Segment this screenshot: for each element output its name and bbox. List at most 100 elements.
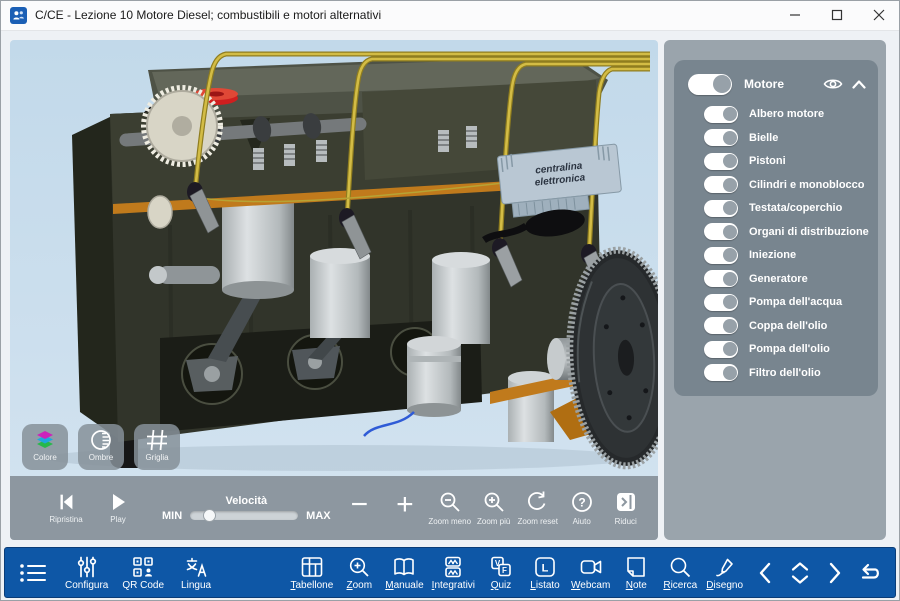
collapse-panel-icon [614, 490, 638, 514]
webcam-label: Webcam [571, 581, 610, 591]
play-button[interactable]: Play [96, 492, 140, 524]
media-stack-icon [441, 555, 465, 579]
panel-header: Motore [688, 72, 866, 96]
zoom-in-icon [482, 490, 506, 514]
disegno-button[interactable]: Disegno [706, 555, 743, 591]
3d-viewport[interactable]: centralina elettronica [10, 40, 658, 540]
grid-icon [145, 429, 169, 451]
motore-toggle[interactable] [688, 74, 732, 95]
next-button[interactable] [827, 561, 843, 585]
zoom-reset-label: Zoom reset [517, 518, 557, 526]
app-icon [10, 7, 27, 24]
bielle-toggle[interactable] [704, 129, 738, 146]
zoom-button[interactable]: Zoom [341, 555, 377, 591]
pompa-olio-toggle[interactable] [704, 341, 738, 358]
listato-label: Listato [530, 581, 559, 591]
part-row-pompa-acqua: Pompa dell'acqua [688, 293, 866, 311]
chevron-up-icon[interactable] [852, 80, 866, 89]
ricerca-label: Ricerca [663, 581, 697, 591]
listato-button[interactable]: L Listato [527, 555, 563, 591]
qr-code-icon [131, 555, 155, 579]
part-row-albero-motore: Albero motore [688, 105, 866, 123]
pistoni-toggle[interactable] [704, 153, 738, 170]
speed-control: Velocità MIN MAX [162, 495, 331, 522]
quiz-label: Quiz [491, 581, 512, 591]
part-label: Albero motore [749, 108, 824, 120]
pen-draw-icon [713, 555, 737, 579]
part-row-generatore: Generatore [688, 270, 866, 288]
coppa-olio-toggle[interactable] [704, 317, 738, 334]
double-chevron-icon [787, 560, 813, 586]
configura-button[interactable]: Configura [65, 555, 108, 591]
help-icon: ? [570, 490, 594, 514]
distribuzione-toggle[interactable] [704, 223, 738, 240]
chevron-left-icon [757, 561, 773, 585]
true-false-icon: V F [489, 555, 513, 579]
svg-text:L: L [542, 562, 549, 574]
video-camera-icon [579, 555, 603, 579]
manuale-button[interactable]: Manuale [385, 555, 423, 591]
testata-toggle[interactable] [704, 200, 738, 217]
zoom-reset-icon [526, 490, 550, 514]
title-bar: C/CE - Lezione 10 Motore Diesel; combust… [0, 0, 900, 31]
svg-text:F: F [502, 566, 507, 575]
grid-button[interactable]: Griglia [134, 424, 180, 470]
color-label: Colore [33, 453, 57, 462]
qr-code-button[interactable]: QR Code [122, 555, 164, 591]
lingua-button[interactable]: Lingua [178, 555, 214, 591]
speed-slider-knob[interactable] [203, 509, 216, 522]
color-button[interactable]: Colore [22, 424, 68, 470]
cilindri-toggle[interactable] [704, 176, 738, 193]
engine-parts-panel: Motore Albero motore Bielle Pistoni [674, 60, 878, 396]
zoom-out-button[interactable]: Zoom meno [428, 490, 472, 526]
minimize-button[interactable] [774, 0, 816, 30]
speed-slider-track[interactable] [190, 511, 298, 520]
quiz-button[interactable]: V F Quiz [483, 555, 519, 591]
part-label: Organi di distribuzione [749, 226, 869, 238]
albero-motore-toggle[interactable] [704, 106, 738, 123]
svg-text:?: ? [578, 496, 585, 510]
iniezione-toggle[interactable] [704, 247, 738, 264]
restart-button[interactable]: Ripristina [44, 492, 88, 524]
zoom-in-button[interactable]: Zoom più [472, 490, 516, 526]
sticky-note-icon [624, 555, 648, 579]
prev-button[interactable] [757, 561, 773, 585]
tabellone-button[interactable]: Tabellone [290, 555, 333, 591]
window-title: C/CE - Lezione 10 Motore Diesel; combust… [35, 8, 381, 22]
maximize-button[interactable] [816, 0, 858, 30]
return-button[interactable] [857, 562, 883, 584]
playback-bar: Ripristina Play Velocità MIN MAX − + [10, 476, 658, 540]
help-button[interactable]: ? Aiuto [560, 490, 604, 526]
pompa-acqua-toggle[interactable] [704, 294, 738, 311]
index-button[interactable] [787, 560, 813, 586]
view-options: Colore Ombre Griglia [22, 424, 180, 470]
integrativi-button[interactable]: Integrativi [432, 555, 475, 591]
close-button[interactable] [858, 0, 900, 30]
part-row-cilindri: Cilindri e monoblocco [688, 176, 866, 194]
generatore-toggle[interactable] [704, 270, 738, 287]
chevron-right-icon [827, 561, 843, 585]
increase-button[interactable]: + [382, 490, 428, 520]
ricerca-button[interactable]: Ricerca [662, 555, 698, 591]
part-label: Pistoni [749, 155, 786, 167]
visibility-eye-icon[interactable] [823, 77, 843, 91]
speed-min-label: MIN [162, 510, 182, 522]
filtro-olio-toggle[interactable] [704, 364, 738, 381]
part-row-bielle: Bielle [688, 129, 866, 147]
shadows-button[interactable]: Ombre [78, 424, 124, 470]
zoom-reset-button[interactable]: Zoom reset [516, 490, 560, 526]
note-label: Note [626, 581, 647, 591]
part-row-pistoni: Pistoni [688, 152, 866, 170]
part-label: Pompa dell'olio [749, 343, 830, 355]
return-arrow-icon [857, 562, 883, 584]
menu-list-button[interactable] [15, 560, 51, 586]
webcam-button[interactable]: Webcam [571, 555, 610, 591]
decrease-button[interactable]: − [337, 490, 383, 520]
board-grid-icon [300, 555, 324, 579]
reduce-button[interactable]: Riduci [604, 490, 648, 526]
zoom-out-icon [438, 490, 462, 514]
list-icon [18, 560, 48, 586]
note-button[interactable]: Note [618, 555, 654, 591]
speed-max-label: MAX [306, 510, 330, 522]
engine-3d-model[interactable]: centralina elettronica [10, 40, 658, 476]
